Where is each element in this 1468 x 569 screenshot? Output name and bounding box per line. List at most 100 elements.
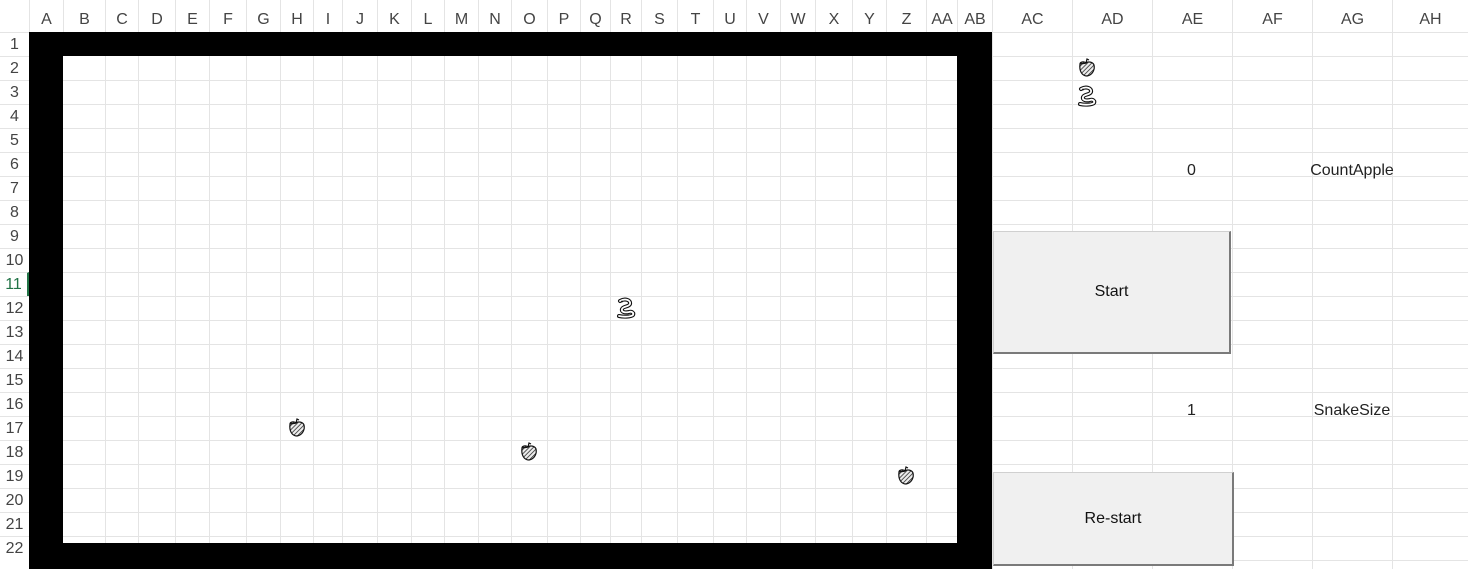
row-header-9[interactable]: 9 — [0, 224, 29, 248]
column-header-d[interactable]: D — [138, 0, 175, 32]
column-header-n[interactable]: N — [478, 0, 511, 32]
column-header-a[interactable]: A — [29, 0, 63, 32]
board-gridline — [547, 56, 548, 543]
board-gridline — [138, 56, 139, 543]
column-header-j[interactable]: J — [342, 0, 377, 32]
board-gridline — [63, 344, 957, 345]
row-header-21[interactable]: 21 — [0, 512, 29, 536]
board-gridline — [926, 56, 927, 543]
row-header-12[interactable]: 12 — [0, 296, 29, 320]
column-header-z[interactable]: Z — [886, 0, 926, 32]
board-gridline — [246, 56, 247, 543]
board-gridline — [63, 368, 957, 369]
snake-icon — [615, 297, 637, 319]
column-header-e[interactable]: E — [175, 0, 209, 32]
board-gridline — [63, 128, 957, 129]
column-header-f[interactable]: F — [209, 0, 246, 32]
column-header-q[interactable]: Q — [580, 0, 610, 32]
board-gridline — [63, 464, 957, 465]
column-header-i[interactable]: I — [313, 0, 342, 32]
row-header-17[interactable]: 17 — [0, 416, 29, 440]
column-header-ag[interactable]: AG — [1312, 0, 1392, 32]
column-header-bar: A B C D E F G H I J K L M N O P Q R S T U V W X Y Z AA AB AC AD AE AF AG… — [0, 0, 1468, 32]
row-header-13[interactable]: 13 — [0, 320, 29, 344]
column-header-l[interactable]: L — [411, 0, 444, 32]
row-header-4[interactable]: 4 — [0, 104, 29, 128]
board-gridline — [411, 56, 412, 543]
row-header-2[interactable]: 2 — [0, 56, 29, 80]
start-button[interactable]: Start — [993, 231, 1231, 354]
board-gridline — [175, 56, 176, 543]
row-header-6[interactable]: 6 — [0, 152, 29, 176]
row-header-19[interactable]: 19 — [0, 464, 29, 488]
board-gridline — [677, 56, 678, 543]
board-gridline — [105, 56, 106, 543]
column-header-ah[interactable]: AH — [1392, 0, 1468, 32]
row-header-20[interactable]: 20 — [0, 488, 29, 512]
board-gridline — [852, 56, 853, 543]
row-header-5[interactable]: 5 — [0, 128, 29, 152]
column-header-h[interactable]: H — [280, 0, 313, 32]
board-gridline — [313, 56, 314, 543]
apple-icon — [286, 417, 308, 439]
row-header-18[interactable]: 18 — [0, 440, 29, 464]
row-header-7[interactable]: 7 — [0, 176, 29, 200]
count-apple-value: 0 — [1187, 162, 1196, 179]
column-header-ae[interactable]: AE — [1152, 0, 1232, 32]
board-gridline — [63, 512, 957, 513]
column-header-ab[interactable]: AB — [957, 0, 992, 32]
row-header-22[interactable]: 22 — [0, 536, 29, 560]
column-header-ac[interactable]: AC — [992, 0, 1072, 32]
column-header-x[interactable]: X — [815, 0, 852, 32]
column-header-m[interactable]: M — [444, 0, 478, 32]
board-gridline — [280, 56, 281, 543]
board-gridline — [746, 56, 747, 543]
row-header-8[interactable]: 8 — [0, 200, 29, 224]
restart-button[interactable]: Re-start — [993, 472, 1234, 566]
board-gridline — [63, 80, 957, 81]
board-gridline — [63, 440, 957, 441]
column-header-o[interactable]: O — [511, 0, 547, 32]
column-header-y[interactable]: Y — [852, 0, 886, 32]
board-gridline — [63, 536, 957, 537]
row-header-3[interactable]: 3 — [0, 80, 29, 104]
column-header-b[interactable]: B — [63, 0, 105, 32]
game-board — [63, 56, 957, 543]
column-header-ad[interactable]: AD — [1072, 0, 1152, 32]
column-header-k[interactable]: K — [377, 0, 411, 32]
column-header-af[interactable]: AF — [1232, 0, 1312, 32]
board-gridline — [63, 416, 957, 417]
board-gridline — [63, 224, 957, 225]
column-header-aa[interactable]: AA — [926, 0, 957, 32]
legend-snake-icon — [1076, 85, 1098, 107]
board-gridline — [209, 56, 210, 543]
row-header-11[interactable]: 11 — [0, 272, 29, 296]
apple-icon — [895, 465, 917, 487]
row-header-10[interactable]: 10 — [0, 248, 29, 272]
board-gridline — [63, 248, 957, 249]
count-apple-label: CountApple — [1310, 162, 1394, 179]
column-header-w[interactable]: W — [780, 0, 815, 32]
board-gridline — [63, 152, 957, 153]
legend-apple-icon — [1076, 57, 1098, 79]
row-header-1[interactable]: 1 — [0, 32, 29, 56]
row-header-15[interactable]: 15 — [0, 368, 29, 392]
board-gridline — [63, 200, 957, 201]
board-gridline — [511, 56, 512, 543]
column-header-g[interactable]: G — [246, 0, 280, 32]
row-header-14[interactable]: 14 — [0, 344, 29, 368]
column-header-r[interactable]: R — [610, 0, 641, 32]
board-gridline — [63, 176, 957, 177]
column-header-v[interactable]: V — [746, 0, 780, 32]
column-header-s[interactable]: S — [641, 0, 677, 32]
row-header-16[interactable]: 16 — [0, 392, 29, 416]
snake-size-value: 1 — [1187, 402, 1196, 419]
column-header-p[interactable]: P — [547, 0, 580, 32]
snake-size-label: SnakeSize — [1313, 402, 1391, 419]
board-gridline — [886, 56, 887, 543]
column-header-u[interactable]: U — [713, 0, 746, 32]
board-gridline — [342, 56, 343, 543]
board-gridline — [610, 56, 611, 543]
column-header-c[interactable]: C — [105, 0, 138, 32]
column-header-t[interactable]: T — [677, 0, 713, 32]
